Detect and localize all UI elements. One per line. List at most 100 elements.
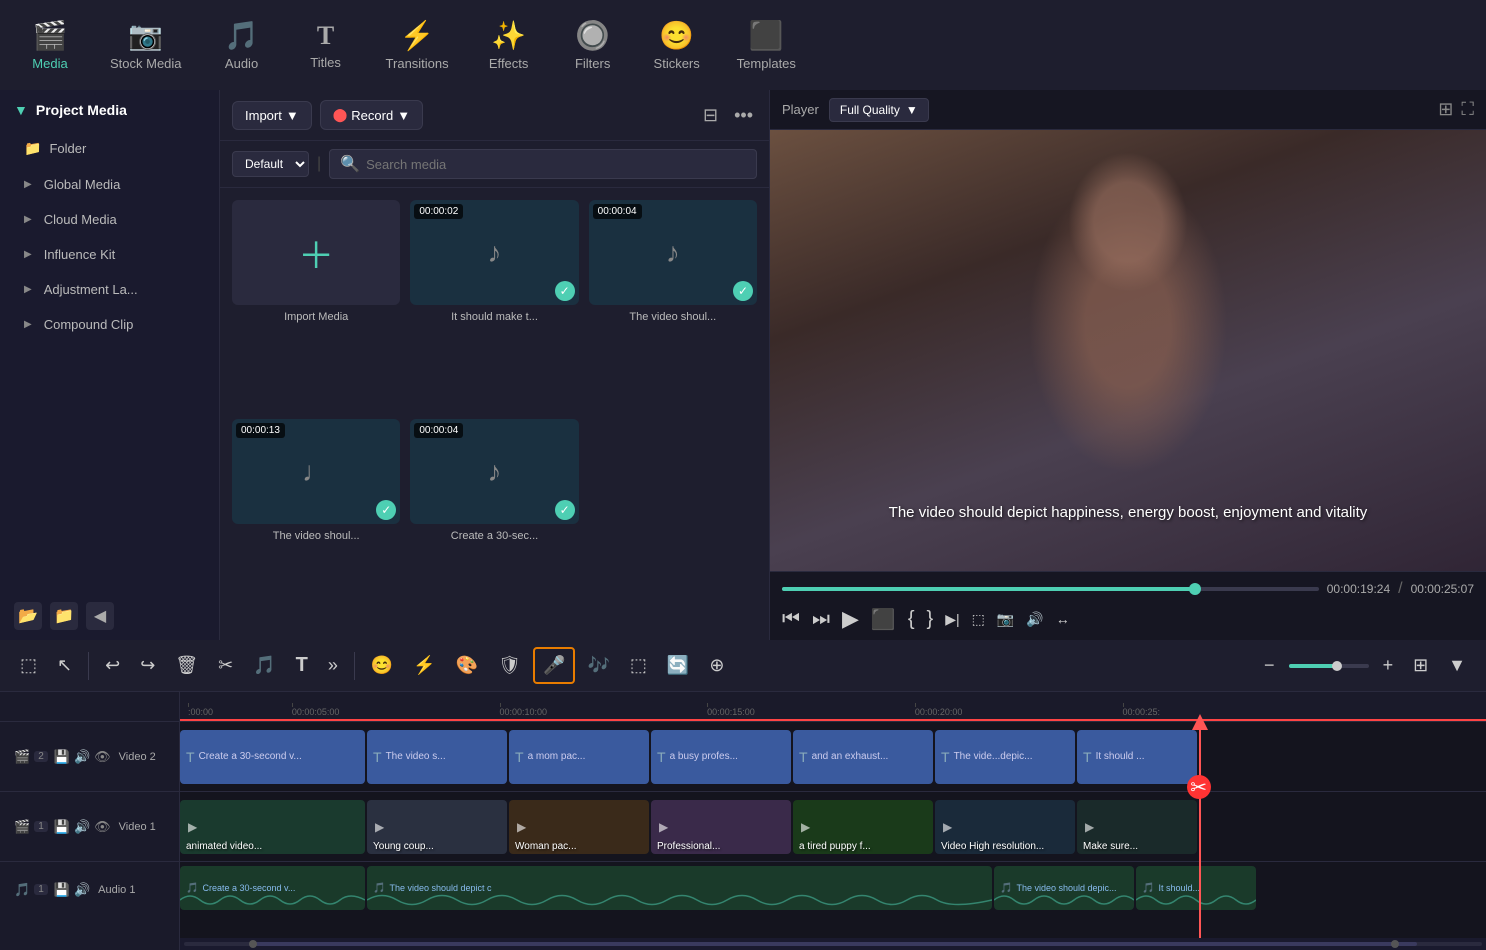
zoom-in-button[interactable]: + — [1375, 649, 1402, 682]
sidebar-item-influence-kit[interactable]: ▶ Influence Kit — [0, 237, 219, 272]
delete-button[interactable]: 🗑 — [167, 649, 206, 682]
text-button[interactable]: T — [288, 648, 316, 683]
play-button[interactable]: ▶ — [842, 606, 859, 632]
cut-button[interactable]: ✂ — [210, 649, 241, 682]
sidebar-footer-btn2[interactable]: 📁 — [50, 602, 78, 630]
in-point-button[interactable]: { — [908, 608, 915, 631]
nav-transitions[interactable]: ⚡ Transitions — [370, 11, 465, 79]
nav-filters[interactable]: 🔘 Filters — [553, 11, 633, 79]
audio2-button[interactable]: 🎶 — [579, 649, 617, 682]
expand-icon[interactable]: ⛶ — [1461, 99, 1474, 120]
step-back-button[interactable]: ⏮ — [782, 608, 800, 631]
audio-clip-3[interactable]: 🎵 The video should depic... — [994, 866, 1134, 910]
text-clip-6[interactable]: T The vide...depic... — [935, 730, 1075, 784]
sidebar-item-compound-clip[interactable]: ▶ Compound Clip — [0, 307, 219, 342]
quality-select[interactable]: Full Quality ▼ — [829, 98, 929, 122]
grid-layout-button[interactable]: ⊞ — [1405, 649, 1436, 682]
video2-save-icon[interactable]: 💾 — [54, 749, 70, 765]
media-item-clip4[interactable]: 00:00:04 ♪ ✓ Create a 30-sec... — [410, 419, 578, 628]
text-clip-4[interactable]: T a busy profes... — [651, 730, 791, 784]
text-clip-7[interactable]: T It should ... — [1077, 730, 1197, 784]
text-clip-5[interactable]: T and an exhaust... — [793, 730, 933, 784]
snap-button[interactable]: ⊕ — [701, 649, 732, 682]
progress-bar[interactable] — [782, 587, 1319, 591]
filter-icon-button[interactable]: ⊟ — [699, 101, 722, 130]
video-clip-2[interactable]: ▶ Young coup... — [367, 800, 507, 854]
video1-eye-icon[interactable]: 👁 — [94, 819, 111, 835]
scroll-right-thumb[interactable] — [1391, 940, 1399, 948]
import-media-item[interactable]: ＋ Import Media — [232, 200, 400, 409]
search-input[interactable] — [366, 157, 746, 172]
record-tool-button[interactable]: 🎤 — [533, 647, 575, 684]
video-clip-7[interactable]: ▶ Make sure... — [1077, 800, 1197, 854]
redo-button[interactable]: ↪ — [132, 649, 163, 682]
text-clip-1[interactable]: T Create a 30-second v... — [180, 730, 365, 784]
video-clip-3[interactable]: ▶ Woman pac... — [509, 800, 649, 854]
audio-clip-4[interactable]: 🎵 It should... — [1136, 866, 1256, 910]
text-clip-3[interactable]: T a mom pac... — [509, 730, 649, 784]
nav-stock-media[interactable]: 📷 Stock Media — [94, 11, 198, 79]
media-item-clip2[interactable]: 00:00:04 ♪ ✓ The video shoul... — [589, 200, 757, 409]
media-item-clip3[interactable]: 00:00:13 ♩ ✓ The video shoul... — [232, 419, 400, 628]
video2-eye-icon[interactable]: 👁 — [94, 749, 111, 765]
import-media-thumb[interactable]: ＋ — [232, 200, 400, 305]
video1-volume-icon[interactable]: 🔊 — [74, 819, 90, 835]
default-select[interactable]: Default — [232, 151, 309, 177]
video-clip-6[interactable]: ▶ Video High resolution... — [935, 800, 1075, 854]
out-point-button[interactable]: } — [927, 608, 934, 631]
face-button[interactable]: 😊 — [363, 649, 401, 682]
more-button[interactable]: » — [320, 649, 346, 682]
grid-view-icon[interactable]: ⊞ — [1438, 99, 1453, 120]
stop-button[interactable]: ⬛ — [871, 607, 896, 632]
nav-titles[interactable]: T Titles — [286, 13, 366, 78]
snapshot-button[interactable]: 📷 — [997, 611, 1014, 628]
nav-effects[interactable]: ✨ Effects — [469, 11, 549, 79]
video-clip-4[interactable]: ▶ Professional... — [651, 800, 791, 854]
mask-button[interactable]: 🛡 — [490, 649, 529, 682]
frame-back-button[interactable]: ⏭ — [812, 608, 830, 631]
color-button[interactable]: 🎨 — [448, 649, 486, 682]
sidebar-collapse-btn[interactable]: ◀ — [86, 602, 114, 630]
nav-audio[interactable]: 🎵 Audio — [202, 11, 282, 79]
nav-stickers[interactable]: 😊 Stickers — [637, 11, 717, 79]
split-button[interactable]: ⬚ — [622, 649, 655, 682]
audio-clip-1[interactable]: 🎵 Create a 30-second v... — [180, 866, 365, 910]
video-clip-1[interactable]: ▶ animated video... — [180, 800, 365, 854]
zoom-out-button[interactable]: − — [1256, 649, 1283, 682]
media-thumb-clip2[interactable]: 00:00:04 ♪ ✓ — [589, 200, 757, 305]
audio1-volume-icon[interactable]: 🔊 — [74, 882, 90, 898]
zoom-slider[interactable] — [1289, 664, 1369, 668]
sidebar-item-global-media[interactable]: ▶ Global Media — [0, 167, 219, 202]
nav-templates[interactable]: ⬛ Templates — [721, 11, 812, 79]
sidebar-item-cloud-media[interactable]: ▶ Cloud Media — [0, 202, 219, 237]
playback-speed-button[interactable]: ▶| — [945, 611, 959, 628]
expand-tracks-button[interactable]: ▼ — [1440, 649, 1474, 682]
speed-button[interactable]: ⚡ — [405, 649, 443, 682]
select-tool-button[interactable]: ⬚ — [12, 649, 45, 682]
text-clip-2[interactable]: T The video s... — [367, 730, 507, 784]
record-button[interactable]: ⬤ Record ▼ — [320, 100, 423, 130]
video1-save-icon[interactable]: 💾 — [54, 819, 70, 835]
timeline-scrollbar[interactable] — [180, 938, 1486, 950]
sidebar-footer-btn1[interactable]: 📂 — [14, 602, 42, 630]
media-thumb-clip3[interactable]: 00:00:13 ♩ ✓ — [232, 419, 400, 524]
loop-button[interactable]: 🔄 — [659, 649, 697, 682]
video2-volume-icon[interactable]: 🔊 — [74, 749, 90, 765]
volume-button[interactable]: 🔊 — [1026, 611, 1043, 628]
audio-clip-2[interactable]: 🎵 The video should depict c — [367, 866, 992, 910]
more-options-button[interactable]: ••• — [730, 101, 757, 130]
media-thumb-clip1[interactable]: 00:00:02 ♪ ✓ — [410, 200, 578, 305]
full-screen-button[interactable]: ⬚ — [972, 611, 985, 628]
media-item-clip1[interactable]: 00:00:02 ♪ ✓ It should make t... — [410, 200, 578, 409]
import-button[interactable]: Import ▼ — [232, 101, 312, 130]
audio1-save-icon[interactable]: 💾 — [54, 882, 70, 898]
sidebar-item-folder[interactable]: 📁 Folder — [0, 130, 219, 167]
settings-button[interactable]: ↔ — [1056, 611, 1070, 627]
nav-media[interactable]: 🎬 Media — [10, 11, 90, 79]
undo-button[interactable]: ↩ — [97, 649, 128, 682]
video-clip-5[interactable]: ▶ a tired puppy f... — [793, 800, 933, 854]
audio-clip-button[interactable]: 🎵 — [245, 649, 283, 682]
sidebar-item-adjustment-layer[interactable]: ▶ Adjustment La... — [0, 272, 219, 307]
move-tool-button[interactable]: ↖ — [49, 649, 80, 682]
media-thumb-clip4[interactable]: 00:00:04 ♪ ✓ — [410, 419, 578, 524]
